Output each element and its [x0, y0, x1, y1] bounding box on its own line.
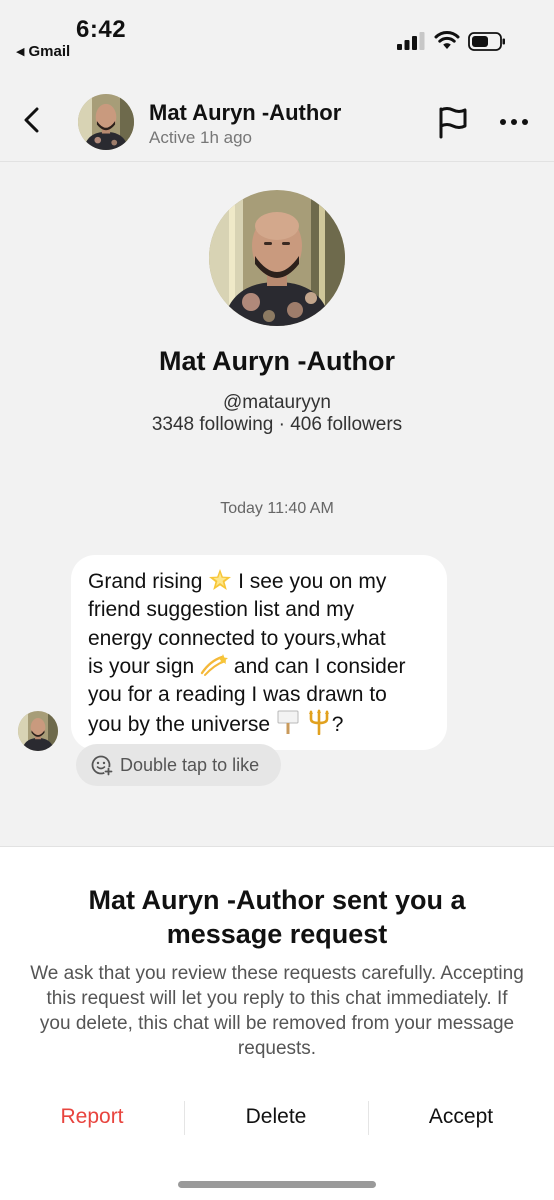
status-time: 6:42: [76, 16, 127, 43]
cellular-signal-icon: [397, 32, 425, 50]
accept-button[interactable]: Accept: [368, 1097, 554, 1137]
message-text: you by the universe: [88, 713, 271, 737]
back-to-app-link[interactable]: ◀ Gmail: [16, 43, 70, 60]
message-request-sheet: Mat Auryn -Author sent you a message req…: [0, 846, 554, 1200]
flag-report-icon[interactable]: [434, 104, 470, 140]
header-name: Mat Auryn -Author: [149, 100, 342, 125]
profile-handle: @matauryyn: [223, 392, 331, 413]
avatar-portrait-icon: [78, 94, 134, 150]
add-reaction-icon: [91, 755, 113, 776]
message-text: and can I consider: [233, 654, 406, 678]
request-actions: Report Delete Accept: [0, 1097, 554, 1137]
message-avatar[interactable]: [18, 711, 58, 751]
message-text: Grand rising: [88, 570, 203, 593]
message-bubble[interactable]: Grand rising I see you on my friend sugg…: [71, 555, 447, 750]
back-chevron-icon[interactable]: [16, 104, 48, 136]
request-description: We ask that you review these requests ca…: [30, 963, 524, 1059]
message-text: I see you on my: [238, 570, 387, 593]
message-text: energy connected to yours,what: [88, 626, 386, 650]
chat-header: Mat Auryn -Author Active 1h ago: [0, 78, 554, 162]
message-text: is your sign: [88, 654, 195, 678]
more-options-icon[interactable]: [496, 108, 532, 136]
profile-name: Mat Auryn -Author: [159, 346, 395, 376]
dizzy-emoji-icon: [200, 653, 229, 676]
profile-portrait-icon: [209, 190, 345, 326]
message-text: you for a reading I was drawn to: [88, 683, 387, 707]
like-hint-label: Double tap to like: [120, 754, 260, 775]
message-text: ?: [331, 713, 344, 737]
placard-emoji-icon: [277, 710, 299, 735]
back-triangle-icon: ◀: [16, 46, 25, 58]
delete-button[interactable]: Delete: [184, 1097, 368, 1137]
header-active-status: Active 1h ago: [149, 128, 253, 147]
request-title: Mat Auryn -Author sent you a message req…: [88, 885, 466, 949]
trident-emoji-icon: [308, 709, 329, 736]
report-button[interactable]: Report: [0, 1097, 184, 1137]
double-tap-like-hint[interactable]: Double tap to like: [76, 744, 281, 786]
profile-stats[interactable]: 3348 following · 406 followers: [0, 414, 554, 436]
back-app-label: Gmail: [28, 43, 71, 60]
header-avatar[interactable]: [78, 94, 134, 150]
profile-avatar[interactable]: [209, 190, 345, 326]
wifi-icon: [434, 30, 460, 49]
status-bar: 6:42 ◀ Gmail: [0, 0, 554, 70]
battery-icon: [468, 32, 505, 51]
home-indicator[interactable]: [178, 1181, 376, 1188]
message-text: friend suggestion list and my: [88, 598, 355, 622]
message-avatar-portrait-icon: [18, 711, 58, 751]
message-timestamp: Today 11:40 AM: [220, 500, 334, 517]
glowing-star-emoji-icon: [209, 569, 232, 590]
